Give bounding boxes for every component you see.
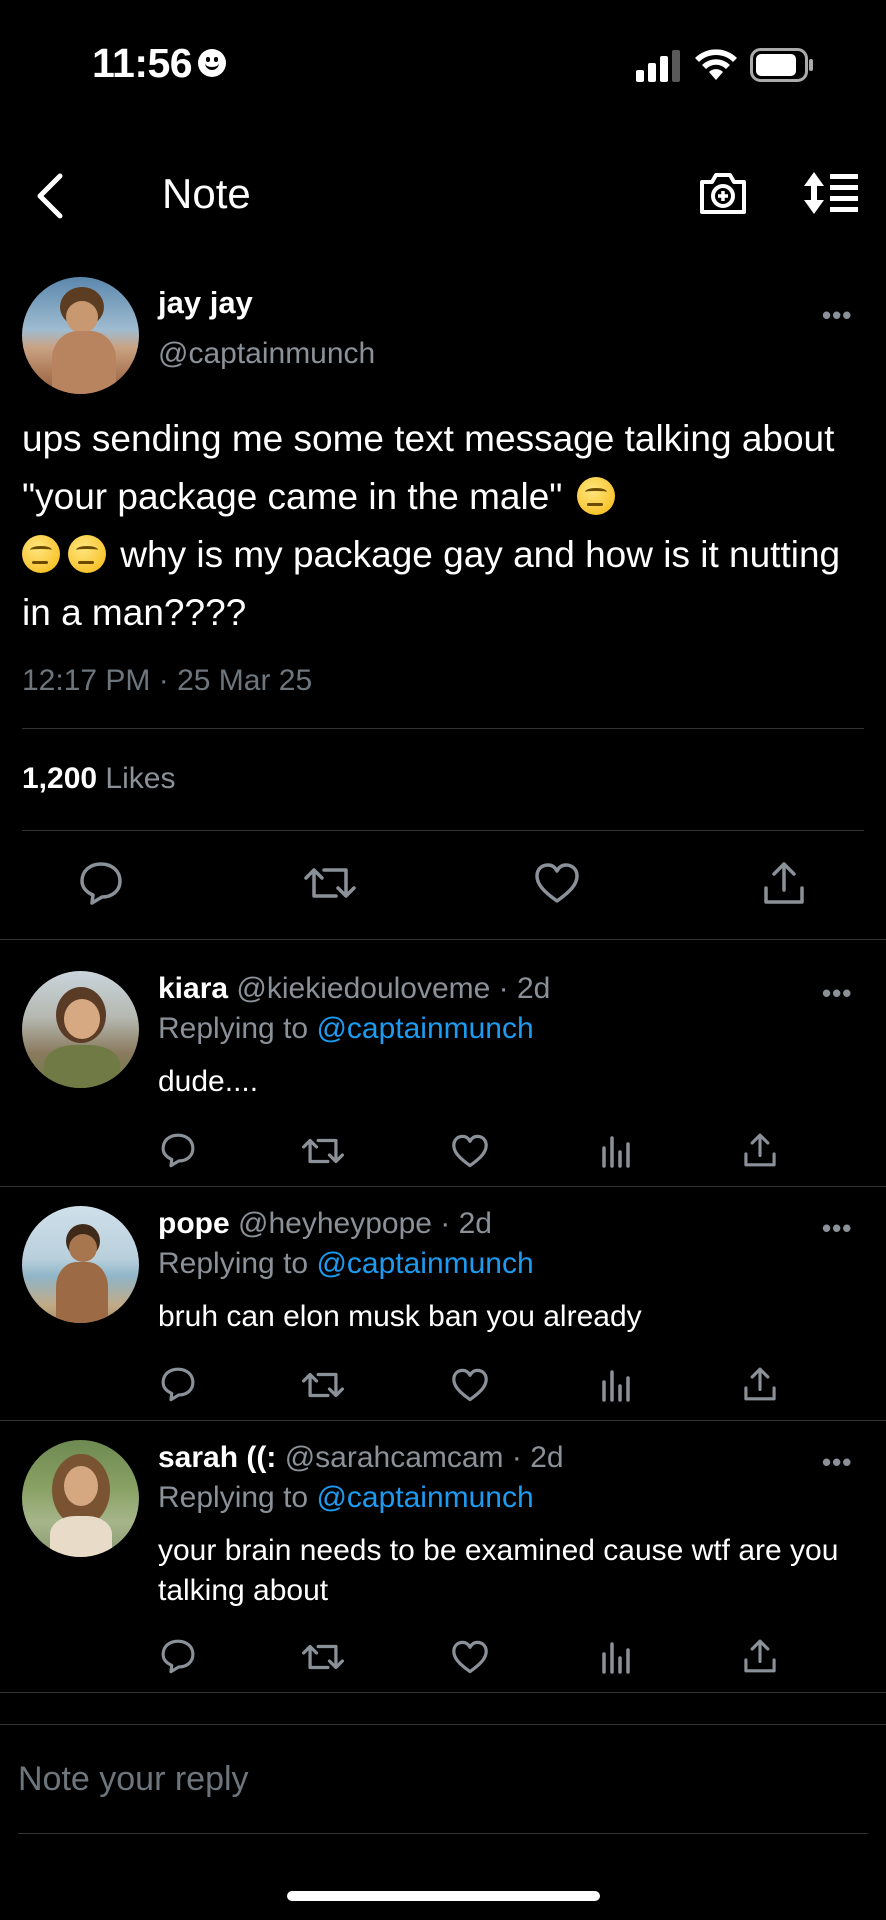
face-status-icon <box>198 49 226 77</box>
like-heart-icon[interactable] <box>451 1134 489 1168</box>
analytics-icon[interactable] <box>600 1134 632 1168</box>
reply-avatar[interactable] <box>22 971 139 1088</box>
share-icon[interactable] <box>742 1132 778 1168</box>
share-icon[interactable] <box>742 1366 778 1402</box>
reply-icon[interactable] <box>78 860 124 906</box>
divider <box>0 1692 886 1693</box>
page-title: Note <box>162 170 251 217</box>
home-indicator[interactable] <box>287 1891 600 1901</box>
reply-text: your brain needs to be examined cause wt… <box>158 1534 839 1607</box>
divider <box>0 1186 886 1187</box>
back-chevron-icon[interactable] <box>32 172 66 220</box>
analytics-icon[interactable] <box>600 1640 632 1674</box>
more-options-icon[interactable]: ••• <box>822 1213 852 1244</box>
divider <box>18 1833 868 1834</box>
replying-prefix: Replying to <box>158 1481 309 1514</box>
like-heart-icon[interactable] <box>451 1640 489 1674</box>
reply-input[interactable]: Note your reply <box>18 1760 249 1799</box>
divider <box>0 1724 886 1725</box>
reply-text: dude.... <box>158 1065 259 1098</box>
status-time: 11:56 <box>92 40 193 86</box>
reply-icon[interactable] <box>160 1366 196 1402</box>
sort-replies-icon[interactable] <box>802 170 860 216</box>
retweet-icon[interactable] <box>302 1640 344 1674</box>
reply-author-name[interactable]: kiara <box>158 972 228 1005</box>
tweet-text-part1: ups sending me some text message talking… <box>22 418 835 517</box>
reply-icon[interactable] <box>160 1638 196 1674</box>
battery-icon <box>750 48 813 82</box>
camera-plus-icon[interactable] <box>698 170 748 216</box>
retweet-icon[interactable] <box>304 862 356 904</box>
reply-header: pope @heyheypope · 2d <box>158 1207 492 1241</box>
raised-eyebrow-emoji <box>22 535 60 573</box>
reply-header: kiara @kiekiedouloveme · 2d <box>158 972 550 1006</box>
replying-mention-link[interactable]: @captainmunch <box>316 1012 533 1045</box>
more-options-icon[interactable]: ••• <box>822 300 852 331</box>
reply-meta: @kiekiedouloveme · 2d <box>236 972 551 1005</box>
replying-mention-link[interactable]: @captainmunch <box>316 1247 533 1280</box>
likes-stat[interactable]: 1,200 Likes <box>22 762 175 796</box>
reply-meta: @sarahcamcam · 2d <box>284 1441 564 1474</box>
like-heart-icon[interactable] <box>451 1368 489 1402</box>
replying-to: Replying to @captainmunch <box>158 1247 534 1281</box>
raised-eyebrow-emoji <box>68 535 106 573</box>
reply-meta: @heyheypope · 2d <box>238 1207 492 1240</box>
reply-icon[interactable] <box>160 1132 196 1168</box>
replying-prefix: Replying to <box>158 1247 309 1280</box>
divider <box>0 1420 886 1421</box>
divider <box>22 830 864 831</box>
reply-avatar[interactable] <box>22 1206 139 1323</box>
likes-count: 1,200 <box>22 762 98 795</box>
reply-avatar[interactable] <box>22 1440 139 1557</box>
more-options-icon[interactable]: ••• <box>822 978 852 1009</box>
replying-prefix: Replying to <box>158 1012 309 1045</box>
wifi-icon <box>695 49 737 80</box>
author-avatar[interactable] <box>22 277 139 394</box>
share-icon[interactable] <box>742 1638 778 1674</box>
reply-header: sarah ((: @sarahcamcam · 2d <box>158 1441 564 1475</box>
divider <box>0 939 886 940</box>
more-options-icon[interactable]: ••• <box>822 1447 852 1478</box>
tweet-text: ups sending me some text message talking… <box>22 410 862 642</box>
like-heart-icon[interactable] <box>534 862 580 904</box>
replying-to: Replying to @captainmunch <box>158 1481 534 1515</box>
divider <box>22 728 864 729</box>
reply-text: bruh can elon musk ban you already <box>158 1300 642 1333</box>
replying-to: Replying to @captainmunch <box>158 1012 534 1046</box>
tweet-timestamp: 12:17 PM · 25 Mar 25 <box>22 664 313 697</box>
share-icon[interactable] <box>762 860 806 906</box>
reply-author-name[interactable]: sarah ((: <box>158 1441 276 1474</box>
replying-mention-link[interactable]: @captainmunch <box>316 1481 533 1514</box>
retweet-icon[interactable] <box>302 1134 344 1168</box>
raised-eyebrow-emoji <box>576 477 615 515</box>
reply-author-name[interactable]: pope <box>158 1207 230 1240</box>
tweet-text-part2: why is my package gay and how is it nutt… <box>22 534 841 633</box>
author-name[interactable]: jay jay <box>158 285 253 321</box>
signal-icon <box>636 50 680 82</box>
analytics-icon[interactable] <box>600 1368 632 1402</box>
author-handle[interactable]: @captainmunch <box>158 337 375 371</box>
likes-label: Likes <box>105 762 176 795</box>
retweet-icon[interactable] <box>302 1368 344 1402</box>
